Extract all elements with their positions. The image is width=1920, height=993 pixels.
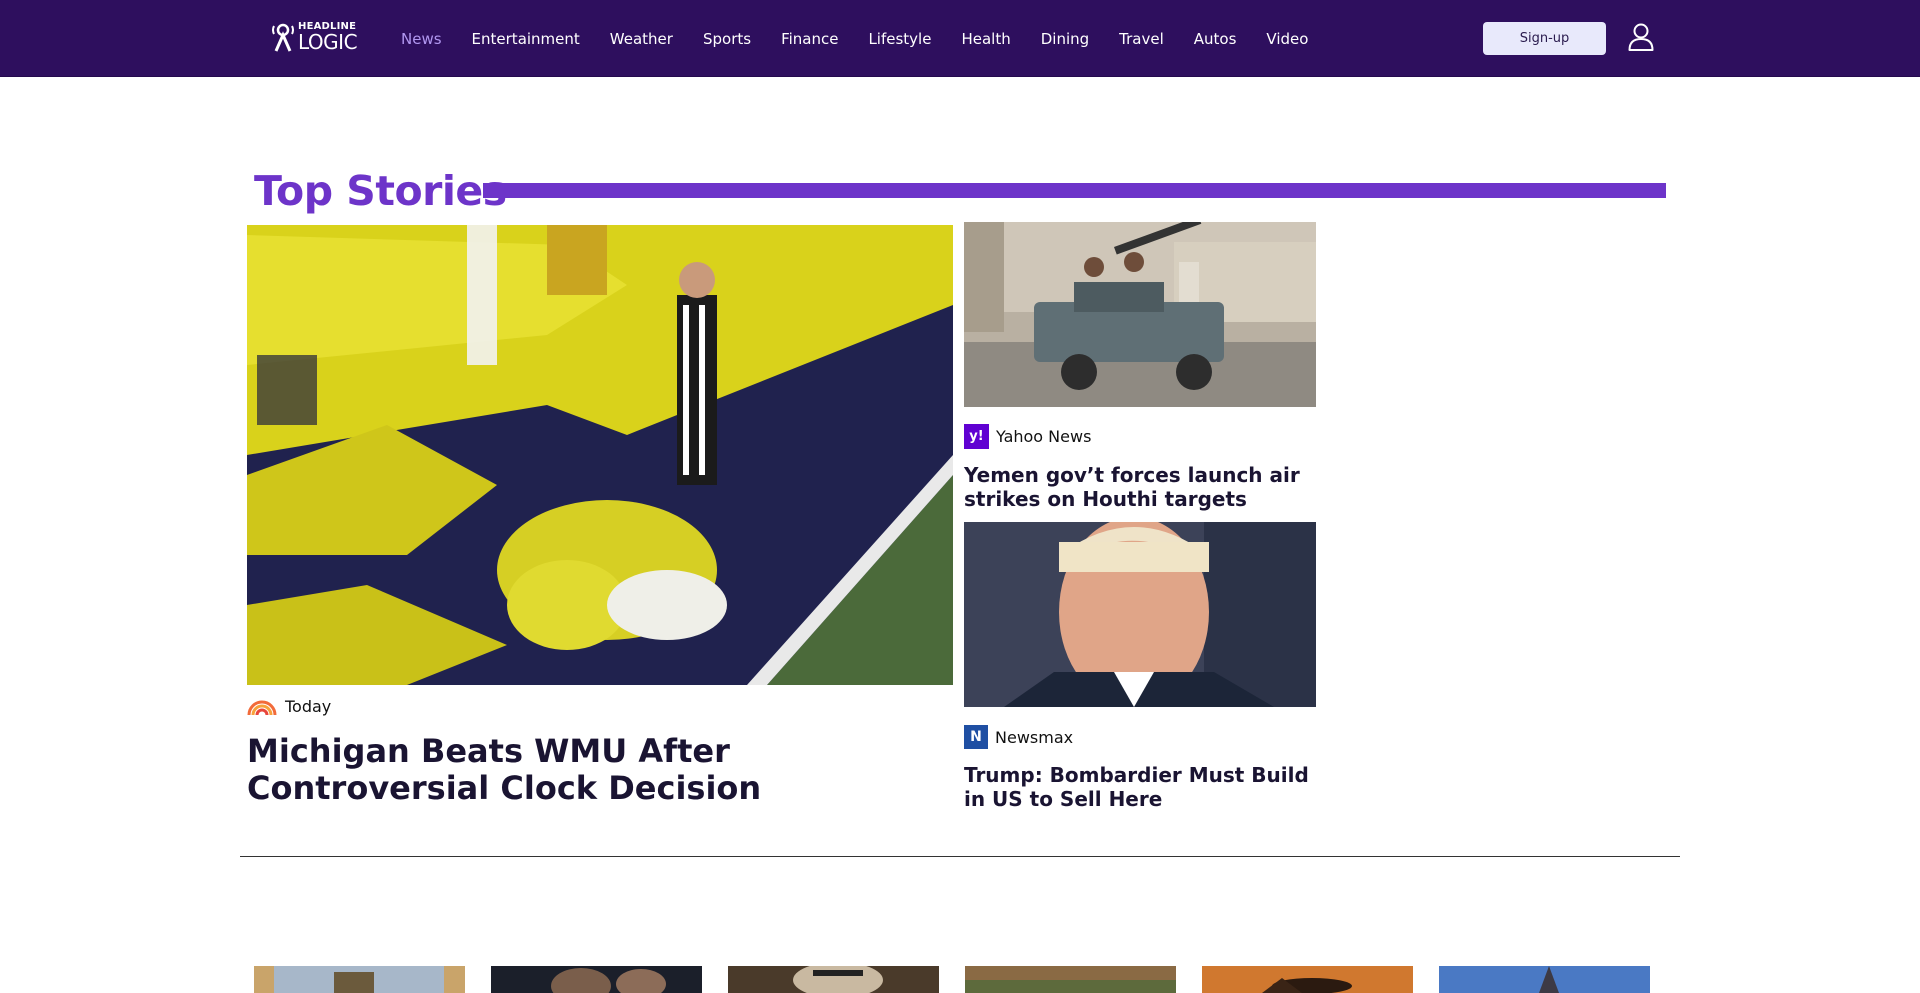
thumbnail-4-image	[965, 966, 1176, 993]
nav-item-weather[interactable]: Weather	[610, 30, 673, 48]
side-story-2-image[interactable]	[964, 522, 1316, 707]
nav-item-sports[interactable]: Sports	[703, 30, 751, 48]
logo-line-2: LOGIC	[298, 30, 358, 54]
thumbnail-4[interactable]	[965, 966, 1176, 993]
nav-item-entertainment[interactable]: Entertainment	[472, 30, 580, 48]
nav-item-lifestyle[interactable]: Lifestyle	[868, 30, 931, 48]
thumbnail-5[interactable]	[1202, 966, 1413, 993]
primary-nav: News Entertainment Weather Sports Financ…	[401, 0, 1338, 77]
side-story-2-headline[interactable]: Trump: Bombardier Must Build in US to Se…	[964, 763, 1316, 811]
side-story-1-image[interactable]	[964, 222, 1316, 407]
side-story-2-source-name: Newsmax	[995, 727, 1074, 747]
section-divider	[240, 856, 1680, 857]
thumbnail-6-image	[1439, 966, 1650, 993]
signup-button[interactable]: Sign-up	[1483, 22, 1606, 55]
thumbnail-1[interactable]	[254, 966, 465, 993]
nav-item-health[interactable]: Health	[961, 30, 1010, 48]
thumbnail-2[interactable]	[491, 966, 702, 993]
nav-item-finance[interactable]: Finance	[781, 30, 838, 48]
side-story-1-source-name: Yahoo News	[996, 427, 1092, 446]
section-heading-rule	[483, 183, 1666, 198]
hero-photo-football-field	[247, 225, 953, 685]
yahoo-news-logo-icon: y!	[964, 424, 989, 449]
side-story-1-photo	[964, 222, 1316, 407]
top-stories-heading: Top Stories	[254, 166, 507, 216]
side-story-1-headline[interactable]: Yemen gov’t forces launch air strikes on…	[964, 463, 1316, 511]
side-story-2-source[interactable]: N Newsmax	[964, 725, 1073, 749]
thumbnail-3[interactable]	[728, 966, 939, 993]
thumbnail-3-image	[728, 966, 939, 993]
newsmax-logo-icon: N	[964, 725, 988, 749]
today-rainbow-icon	[247, 700, 277, 715]
nav-item-dining[interactable]: Dining	[1041, 30, 1089, 48]
nav-item-travel[interactable]: Travel	[1119, 30, 1164, 48]
thumbnail-2-image	[491, 966, 702, 993]
nav-item-autos[interactable]: Autos	[1194, 30, 1237, 48]
nav-item-video[interactable]: Video	[1266, 30, 1308, 48]
top-navigation-bar: HEADLINE LOGIC News Entertainment Weathe…	[0, 0, 1920, 77]
site-logo[interactable]: HEADLINE LOGIC	[272, 20, 358, 54]
hero-source-name: Today	[285, 697, 332, 716]
section-title: Top Stories	[254, 167, 507, 215]
logo-mark-icon	[272, 23, 294, 52]
logo-wordmark: HEADLINE LOGIC	[298, 22, 358, 54]
hero-headline[interactable]: Michigan Beats WMU After Controversial C…	[247, 733, 947, 807]
thumbnail-5-image	[1202, 966, 1413, 993]
thumbnail-6[interactable]	[1439, 966, 1650, 993]
nav-item-news[interactable]: News	[401, 30, 442, 48]
hero-story-image[interactable]	[247, 225, 953, 685]
hero-source[interactable]: Today	[247, 697, 331, 716]
side-story-2-photo	[964, 522, 1316, 707]
thumbnail-1-image	[254, 966, 465, 993]
user-icon[interactable]	[1628, 23, 1654, 51]
side-story-1-source[interactable]: y! Yahoo News	[964, 424, 1091, 449]
